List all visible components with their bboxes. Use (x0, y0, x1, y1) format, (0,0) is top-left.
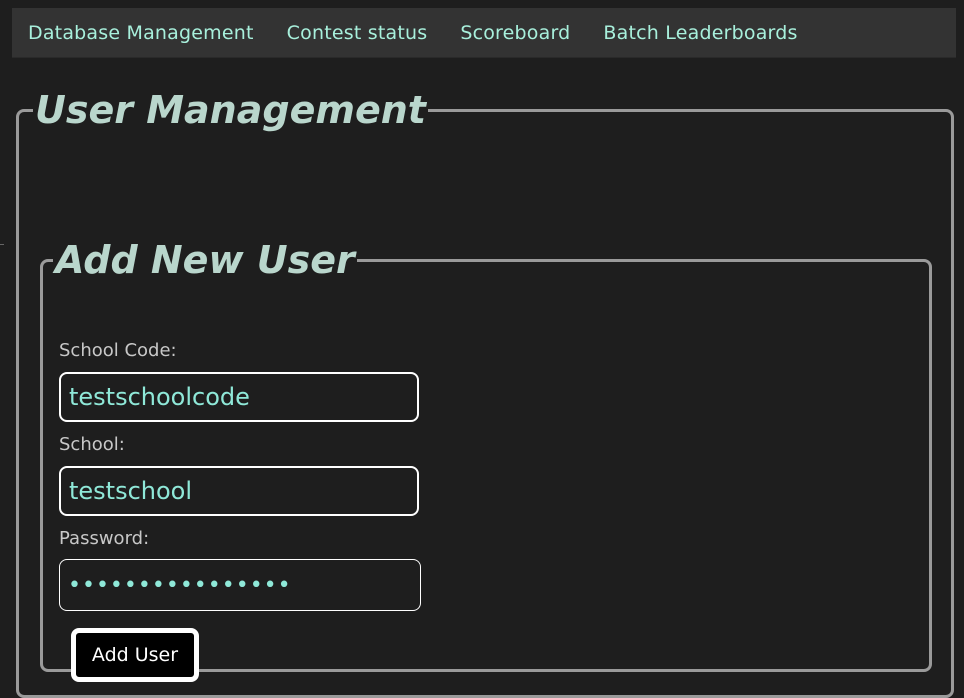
school-input[interactable] (59, 466, 419, 516)
nav-link-database-management[interactable]: Database Management (28, 22, 254, 44)
nav-link-batch-leaderboards[interactable]: Batch Leaderboards (603, 22, 797, 44)
school-code-label: School Code: (59, 340, 177, 361)
nav-link-scoreboard[interactable]: Scoreboard (460, 22, 570, 44)
add-new-user-form: Add New User School Code: School: Passwo… (40, 238, 932, 682)
school-code-input[interactable] (59, 372, 419, 422)
password-label: Password: (59, 528, 150, 549)
divider (0, 244, 4, 245)
user-management-section: User Management Add New User School Code… (16, 88, 954, 698)
password-input[interactable] (59, 559, 421, 611)
school-label: School: (59, 434, 125, 455)
add-new-user-title: Add New User (55, 238, 355, 282)
user-management-title: User Management (35, 88, 426, 132)
top-nav: Database Management Contest status Score… (12, 8, 956, 58)
nav-link-contest-status[interactable]: Contest status (287, 22, 428, 44)
